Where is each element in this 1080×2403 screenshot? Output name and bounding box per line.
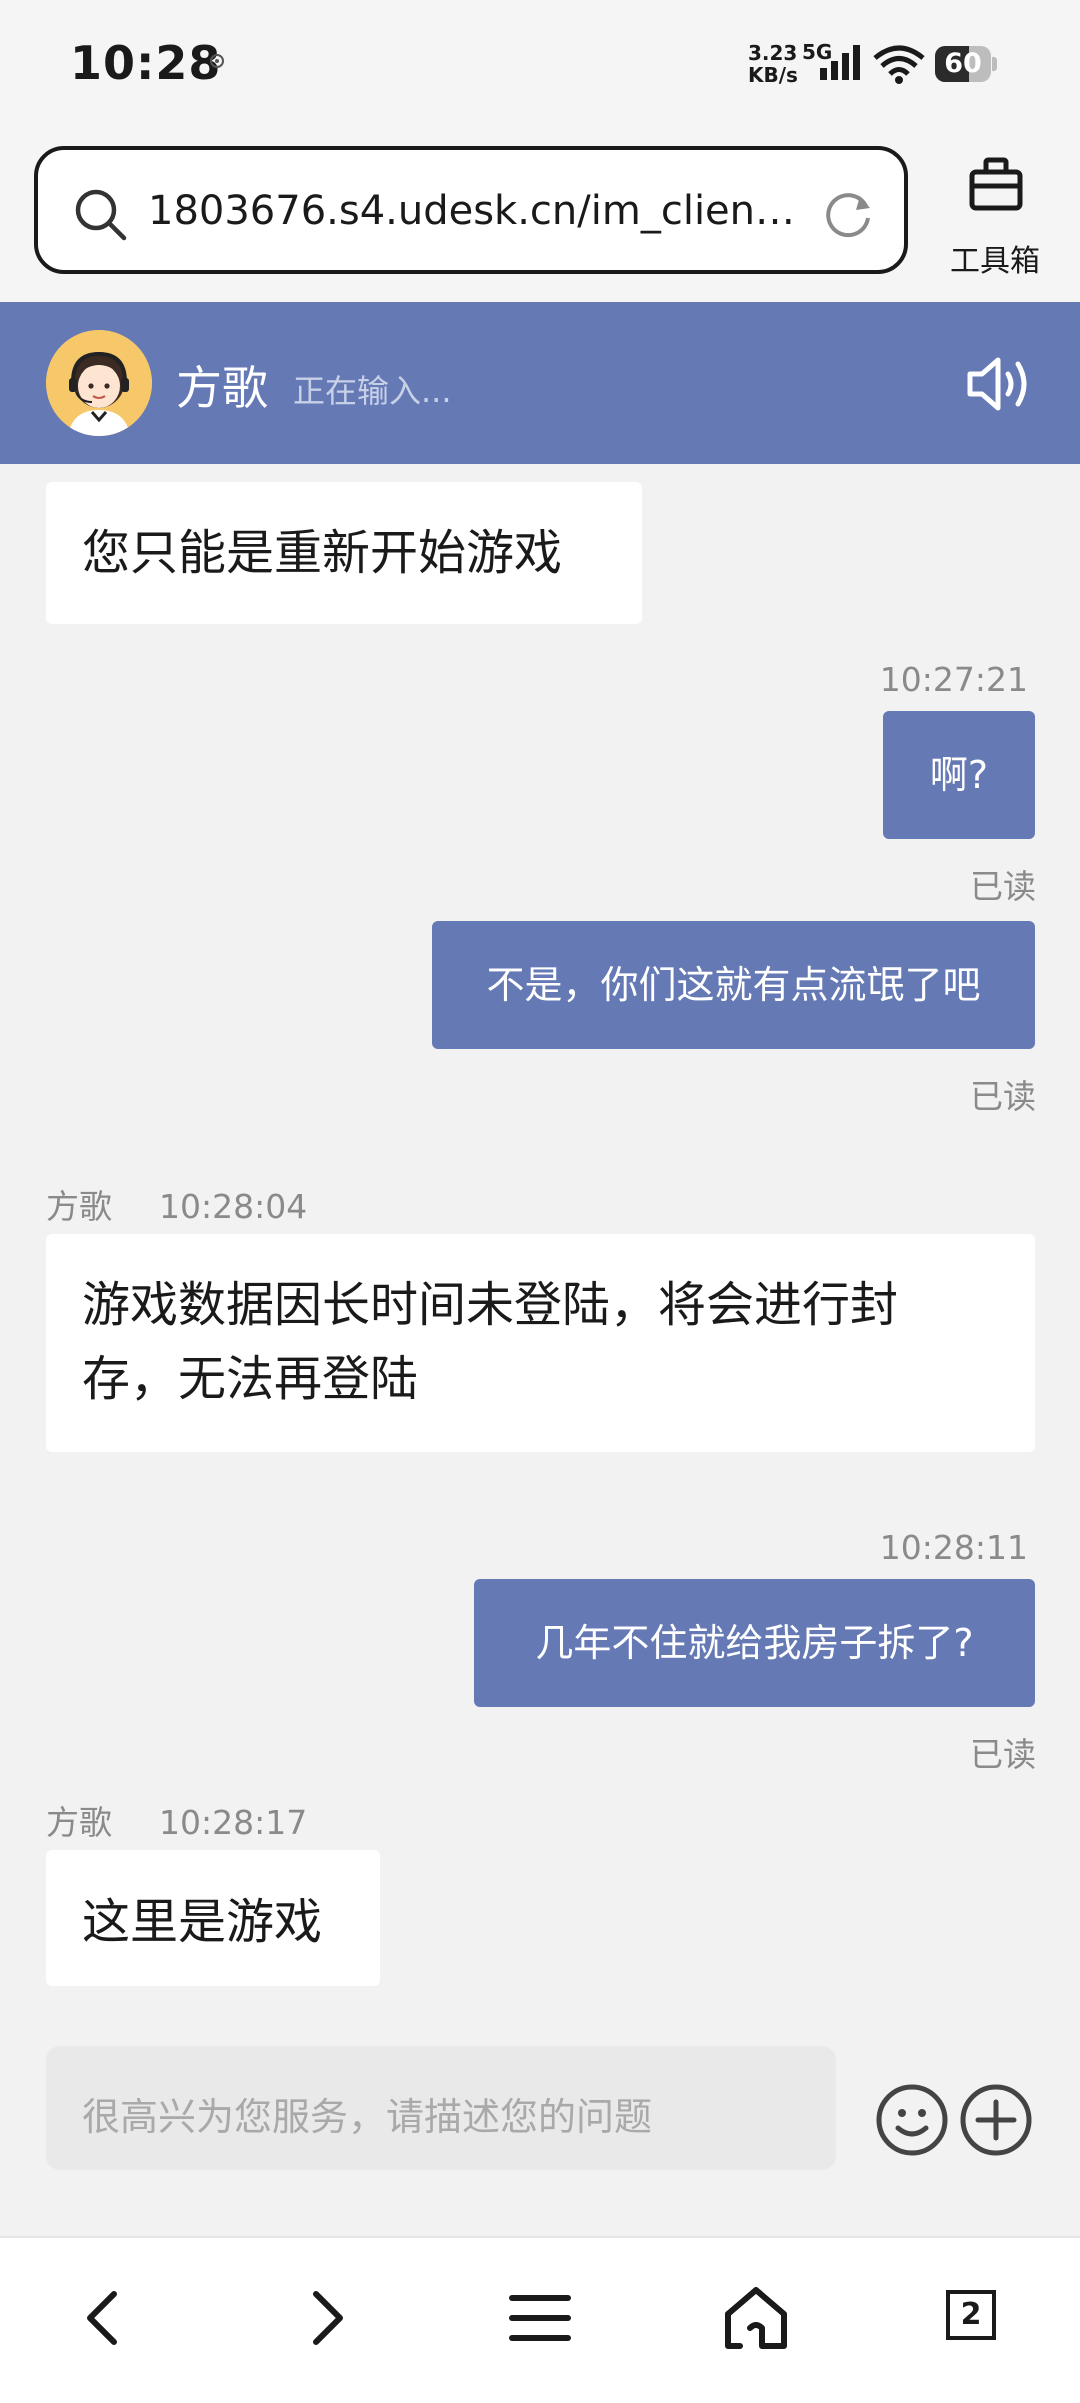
agent-avatar-icon (46, 330, 152, 436)
tabs-icon[interactable]: 2 (936, 2278, 1016, 2358)
chat-header: 方歌 正在输入... (0, 302, 1080, 464)
agent-message: 这里是游戏 (46, 1850, 380, 1986)
read-receipt: 已读 (970, 867, 1036, 906)
message-sender-meta: 方歌 10:28:17 (46, 1796, 307, 1844)
message-time: 10:27:21 (879, 660, 1028, 699)
message-time: 10:28:17 (159, 1803, 308, 1842)
toolbox-button[interactable]: 工具箱 (930, 152, 1060, 279)
toolbox-icon (969, 157, 1023, 211)
battery-level: 60 (944, 48, 982, 79)
status-time: 10:28 (70, 36, 222, 90)
sender-name: 方歌 (46, 1803, 112, 1842)
sender-name: 方歌 (46, 1187, 112, 1226)
message-input[interactable]: 很高兴为您服务，请描述您的问题 (46, 2046, 836, 2170)
reload-icon[interactable] (820, 186, 876, 242)
back-icon[interactable] (64, 2278, 144, 2358)
agent-name: 方歌 (176, 361, 268, 415)
agent-message: 您只能是重新开始游戏 (46, 482, 642, 624)
tab-count: 2 (946, 2290, 996, 2340)
agent-typing-status: 正在输入... (293, 372, 452, 410)
message-time: 10:28:11 (879, 1528, 1028, 1567)
plus-icon[interactable] (958, 2082, 1034, 2158)
composer: 很高兴为您服务，请描述您的问题 (0, 1986, 1080, 2236)
speaker-icon[interactable] (966, 352, 1036, 416)
browser-nav-bar: 2 (0, 2236, 1080, 2403)
address-bar[interactable]: 1803676.s4.udesk.cn/im_client/... (34, 146, 908, 274)
status-bar: 10:28 3.23 KB/s 5G 60 (0, 0, 1080, 130)
notification-icon (210, 54, 224, 68)
emoji-icon[interactable] (874, 2082, 950, 2158)
net-speed: 3.23 KB/s (748, 41, 798, 87)
user-message: 不是，你们这就有点流氓了吧 (432, 921, 1035, 1049)
browser-toolbar: 1803676.s4.udesk.cn/im_client/... 工具箱 (0, 130, 1080, 302)
url-text[interactable]: 1803676.s4.udesk.cn/im_client/... (148, 188, 808, 234)
wifi-icon (873, 45, 925, 84)
signal-icon (820, 45, 860, 80)
message-time: 10:28:04 (159, 1187, 308, 1226)
user-message: 几年不住就给我房子拆了? (474, 1579, 1035, 1707)
message-sender-meta: 方歌 10:28:04 (46, 1180, 307, 1228)
forward-icon[interactable] (286, 2278, 366, 2358)
avatar (46, 330, 152, 436)
battery-icon: 60 (935, 46, 997, 82)
read-receipt: 已读 (970, 1735, 1036, 1774)
message-list: 您只能是重新开始游戏 10:27:21 啊? 已读 不是，你们这就有点流氓了吧 … (0, 464, 1080, 1986)
message-input-placeholder: 很高兴为您服务，请描述您的问题 (82, 2095, 653, 2139)
toolbox-label: 工具箱 (950, 244, 1040, 279)
user-message: 啊? (883, 711, 1035, 839)
agent-message: 游戏数据因长时间未登陆，将会进行封 存，无法再登陆 (46, 1234, 1035, 1452)
home-icon[interactable] (716, 2278, 796, 2358)
read-receipt: 已读 (970, 1077, 1036, 1116)
menu-icon[interactable] (500, 2278, 580, 2358)
search-icon (75, 189, 127, 241)
